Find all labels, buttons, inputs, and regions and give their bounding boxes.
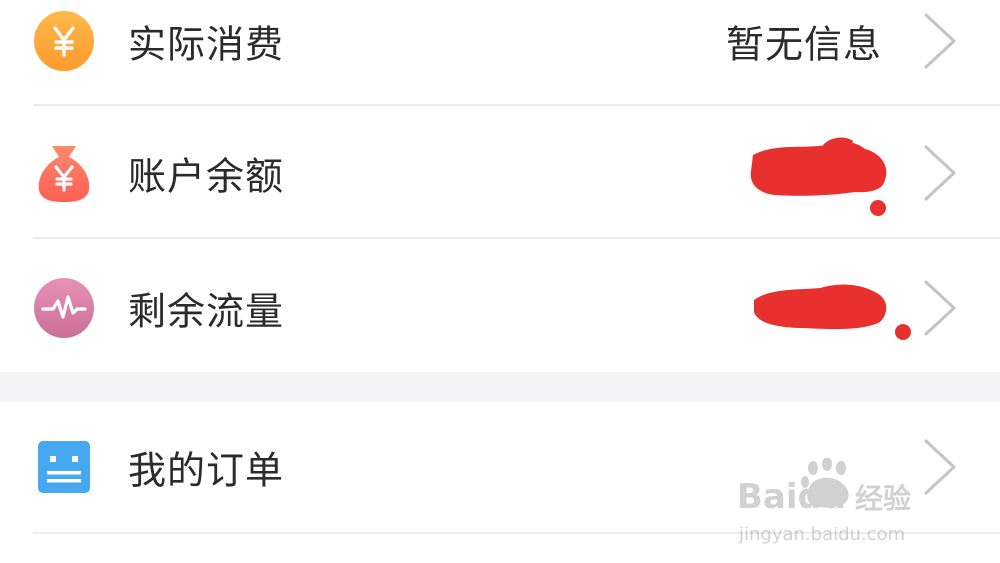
list-item-remaining-data[interactable]: 剩余流量 [0,243,1000,373]
section-gap [0,372,1000,402]
row-value: 暂无信息 [725,22,882,67]
list-item-actual-spending[interactable]: 实际消费 暂无信息 [0,0,1000,106]
chevron-right-icon [924,145,956,201]
baidu-watermark-logo: Baidu 经验 jingyan.baidu.com [737,458,911,545]
watermark-product: 经验 [855,482,911,515]
yen-coin-icon [34,11,94,71]
row-label: 账户余额 [128,154,285,199]
row-label: 实际消费 [128,22,285,67]
row-divider [33,237,1000,239]
order-list-icon [38,441,90,493]
row-label: 剩余流量 [128,289,285,334]
watermark-brand: Baidu [737,477,846,517]
chevron-right-icon [924,280,956,336]
chevron-right-icon [924,13,956,69]
row-divider [33,104,1000,106]
row-label: 我的订单 [128,448,285,493]
watermark-url: jingyan.baidu.com [738,524,905,545]
pulse-icon [34,278,94,338]
list-item-account-balance[interactable]: 账户余额 [0,108,1000,238]
money-bag-icon [38,146,90,202]
